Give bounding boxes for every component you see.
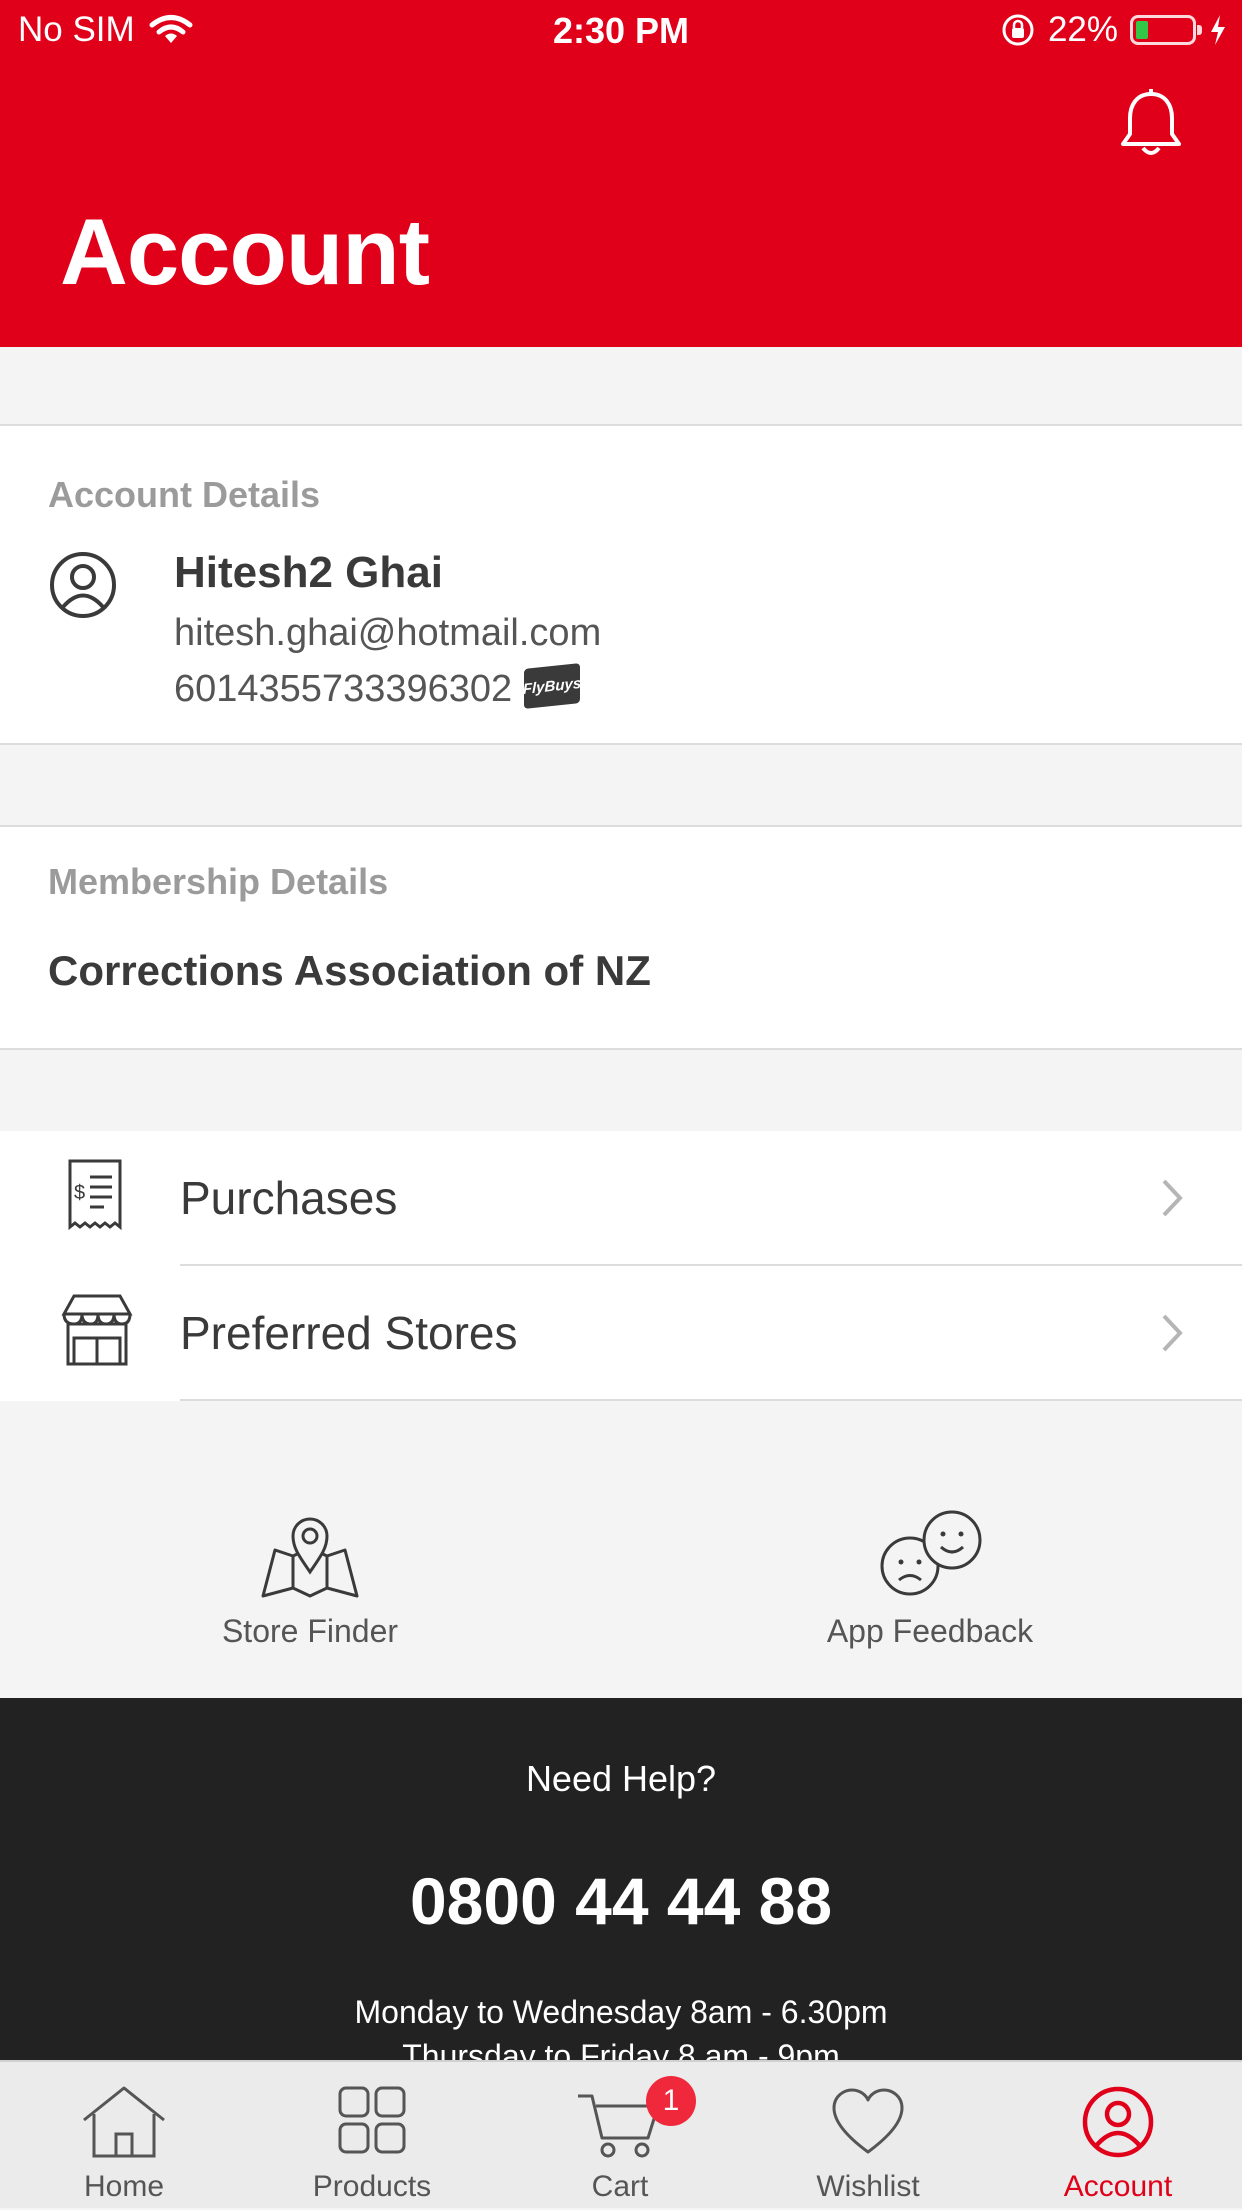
account-details-label: Account Details xyxy=(48,474,321,515)
tab-label: Products xyxy=(312,2170,432,2203)
tab-wishlist[interactable]: Wishlist xyxy=(744,2062,992,2210)
heart-icon xyxy=(832,2088,904,2154)
menu-item-purchases[interactable]: $ Purchases xyxy=(0,1131,1242,1266)
menu-item-label: Preferred Stores xyxy=(180,1307,518,1359)
tab-home[interactable]: Home xyxy=(0,2062,248,2210)
user-avatar-icon xyxy=(48,550,118,625)
tab-label: Wishlist xyxy=(816,2170,920,2203)
battery-percent: 22% xyxy=(1047,10,1118,49)
status-bar: No SIM 2:30 PM 22% xyxy=(0,0,1242,62)
app-feedback-label: App Feedback xyxy=(826,1613,1034,1649)
app-feedback-button[interactable]: App Feedback xyxy=(780,1510,1080,1650)
account-menu: $ Purchases Preferred Stores xyxy=(0,1131,1242,1401)
menu-item-label: Purchases xyxy=(180,1172,398,1224)
status-right: 22% xyxy=(1000,10,1228,50)
chevron-right-icon xyxy=(1160,1177,1184,1224)
tab-label: Cart xyxy=(591,2170,649,2203)
tab-products[interactable]: Products xyxy=(248,2062,496,2210)
tab-label: Home xyxy=(83,2170,165,2203)
membership-details-card: Membership Details Corrections Associati… xyxy=(0,825,1242,1050)
tab-label: Account xyxy=(1063,2170,1173,2203)
store-finder-label: Store Finder xyxy=(221,1613,399,1649)
help-phone-link[interactable]: 0800 44 44 88 xyxy=(0,1863,1242,1939)
grid-icon xyxy=(338,2086,406,2154)
account-icon xyxy=(1082,2086,1154,2158)
tab-bar: Home Products 1 Cart Wishlist Account xyxy=(0,2060,1242,2208)
receipt-icon: $ xyxy=(60,1155,130,1240)
user-name: Hitesh2 Ghai xyxy=(174,548,443,597)
header: No SIM 2:30 PM 22% Account xyxy=(0,0,1242,347)
home-icon xyxy=(83,2086,165,2158)
help-hours-weekday: Monday to Wednesday 8am - 6.30pm xyxy=(354,1994,888,2030)
chevron-right-icon xyxy=(1160,1312,1184,1359)
rotation-lock-icon xyxy=(1002,14,1034,46)
cart-count-badge: 1 xyxy=(646,2076,696,2126)
store-finder-button[interactable]: Store Finder xyxy=(160,1510,460,1650)
notifications-bell-icon[interactable] xyxy=(1118,88,1184,165)
menu-item-preferred-stores[interactable]: Preferred Stores xyxy=(0,1266,1242,1401)
help-hours-late: Thursday to Friday 8 am - 9pm xyxy=(402,2038,840,2060)
help-section: Need Help? 0800 44 44 88 Monday to Wedne… xyxy=(0,1698,1242,2060)
help-question: Need Help? xyxy=(525,1758,717,1799)
svg-text:$: $ xyxy=(74,1182,85,1204)
membership-details-label: Membership Details xyxy=(48,861,389,902)
tab-cart[interactable]: 1 Cart xyxy=(496,2062,744,2210)
account-details-card[interactable]: Account Details Hitesh2 Ghai hitesh.ghai… xyxy=(0,424,1242,745)
user-email: hitesh.ghai@hotmail.com xyxy=(174,612,602,654)
flybuys-logo: FlyBuys xyxy=(523,663,581,709)
page-title: Account xyxy=(60,199,430,304)
store-icon xyxy=(60,1292,134,1373)
charging-bolt-icon xyxy=(1211,15,1225,45)
tab-account[interactable]: Account xyxy=(994,2062,1242,2210)
flybuys-number: 6014355733396302 xyxy=(174,668,513,710)
feedback-faces-icon xyxy=(880,1510,982,1596)
membership-value: Corrections Association of NZ xyxy=(48,947,651,994)
map-pin-icon xyxy=(261,1517,359,1598)
battery-icon xyxy=(1130,15,1202,45)
